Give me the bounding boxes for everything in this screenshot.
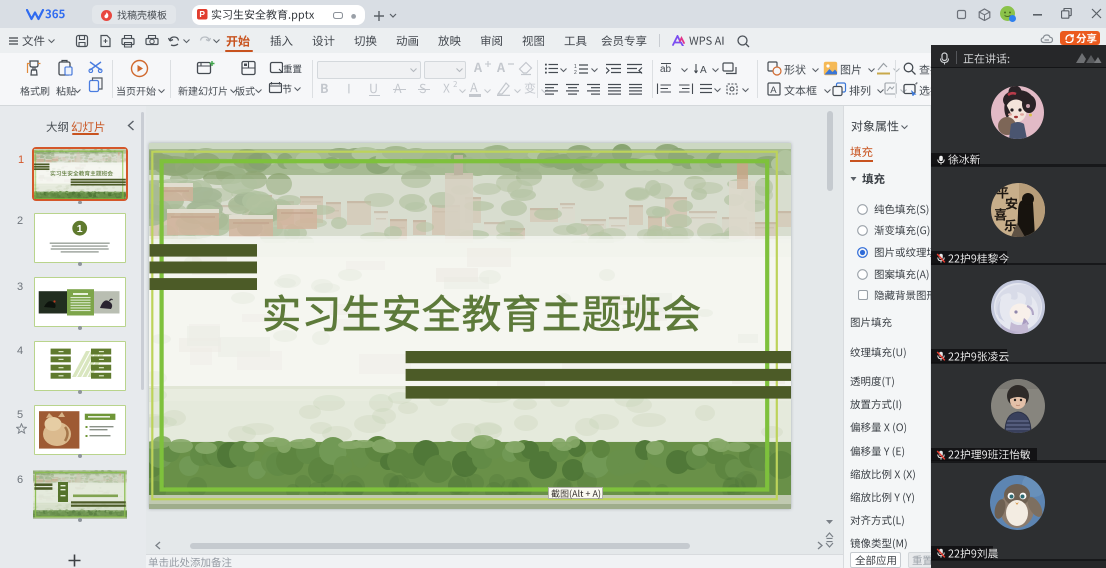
svg-text:A: A [700, 65, 707, 75]
svg-text:A: A [770, 85, 777, 96]
svg-text:2: 2 [574, 70, 577, 75]
svg-text:2: 2 [17, 215, 23, 226]
svg-text:1: 1 [77, 224, 83, 235]
svg-text:6: 6 [17, 474, 23, 485]
svg-text:5: 5 [17, 409, 23, 420]
svg-text:P: P [199, 9, 205, 19]
svg-text:3: 3 [17, 281, 23, 292]
svg-text:1: 1 [18, 154, 24, 165]
svg-text:4: 4 [17, 345, 23, 356]
svg-text:ab: ab [660, 64, 672, 75]
